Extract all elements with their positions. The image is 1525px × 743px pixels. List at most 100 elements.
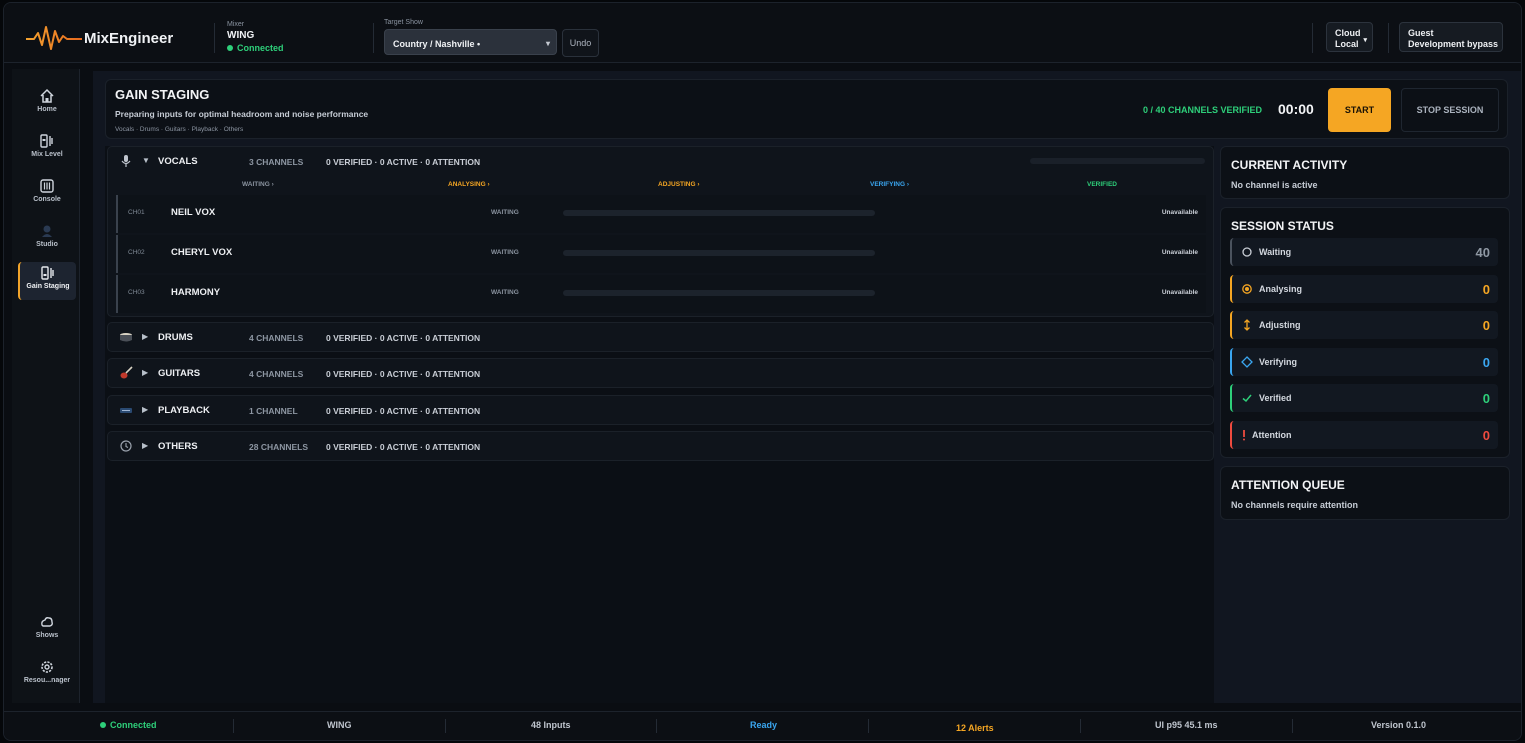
chevron-right-icon: ▶ — [142, 332, 149, 341]
statusbar-state: Ready — [750, 720, 778, 730]
group-header[interactable]: ▶ DRUMS 4 CHANNELS 0 VERIFIED · 0 ACTIVE… — [108, 323, 1213, 353]
nav-item-mix-level[interactable]: Mix Level — [18, 130, 76, 168]
page-subtitle: Preparing inputs for optimal headroom an… — [115, 109, 369, 119]
target-show-label: Target Show — [384, 19, 423, 26]
status-label: Waiting — [1259, 247, 1292, 257]
guitar-icon — [120, 366, 133, 379]
gain-staging-header: GAIN STAGING Preparing inputs for optima… — [105, 79, 1508, 139]
page-title: GAIN STAGING — [115, 87, 210, 102]
group-name: DRUMS — [158, 332, 193, 343]
group-header[interactable]: ▶ OTHERS 28 CHANNELS 0 VERIFIED · 0 ACTI… — [108, 432, 1213, 462]
session-status-card: SESSION STATUS Waiting 40 Analysing 0 Ad… — [1220, 207, 1510, 458]
nav-label: Studio — [36, 241, 58, 248]
group-name: GUITARS — [158, 368, 201, 379]
mixer-label: Mixer — [227, 21, 245, 28]
microphone-icon — [121, 155, 131, 167]
divider — [868, 719, 869, 733]
divider — [445, 719, 446, 733]
user-name: Guest — [1408, 28, 1434, 38]
channel-id: CH01 — [128, 209, 145, 216]
group-stats: 0 VERIFIED · 0 ACTIVE · 0 ATTENTION — [326, 333, 481, 343]
statusbar-version: Version 0.1.0 — [1371, 720, 1427, 730]
channel-state: WAITING — [491, 249, 519, 256]
channel-name: CHERYL VOX — [171, 247, 233, 258]
nav-item-console[interactable]: Console — [18, 175, 76, 213]
target-show-select[interactable]: Country / Nashville • ▾ — [384, 29, 557, 55]
nav-item-gain-staging[interactable]: Gain Staging — [18, 262, 76, 300]
nav-item-shows[interactable]: Shows — [18, 611, 76, 649]
start-button[interactable]: START — [1328, 88, 1391, 132]
stage-analysing: ANALYSING › — [448, 181, 490, 188]
status-dot-icon — [100, 722, 106, 728]
chevron-right-icon: ▶ — [142, 405, 149, 414]
group-progress-bar — [1030, 158, 1205, 164]
stop-session-button[interactable]: STOP SESSION — [1401, 88, 1499, 132]
group-header[interactable]: ▶ GUITARS 4 CHANNELS 0 VERIFIED · 0 ACTI… — [108, 359, 1213, 389]
divider — [233, 719, 234, 733]
channel-row[interactable]: CH02 CHERYL VOX WAITING Unavailable — [116, 235, 1206, 273]
channel-progress-bar — [563, 290, 875, 296]
user-menu-button[interactable]: Guest Development bypass — [1399, 22, 1503, 52]
status-value: 0 — [1482, 391, 1490, 406]
statusbar-inputs: 48 Inputs — [531, 720, 571, 730]
nav-label: Resou...nager — [23, 677, 71, 684]
group-channel-count: 1 CHANNEL — [249, 406, 298, 416]
status-bar: Connected WING 48 Inputs Ready 12 Alerts… — [4, 711, 1521, 740]
group-stats: 0 VERIFIED · 0 ACTIVE · 0 ATTENTION — [326, 442, 481, 452]
side-nav: Home Mix Level Console Studio Gain Stagi… — [12, 69, 80, 703]
nav-item-home[interactable]: Home — [18, 85, 76, 123]
channel-progress-bar — [563, 210, 875, 216]
divider — [214, 23, 215, 53]
mixer-status-text: Connected — [237, 43, 284, 53]
group-header[interactable]: ▶ PLAYBACK 1 CHANNEL 0 VERIFIED · 0 ACTI… — [108, 396, 1213, 426]
group-stats: 0 VERIFIED · 0 ACTIVE · 0 ATTENTION — [326, 406, 481, 416]
group-others: ▶ OTHERS 28 CHANNELS 0 VERIFIED · 0 ACTI… — [107, 431, 1214, 461]
status-row-analysing: Analysing 0 — [1230, 275, 1498, 303]
studio-icon — [42, 225, 52, 237]
status-label: Attention — [1252, 430, 1292, 440]
gear-icon — [41, 661, 53, 673]
channel-row[interactable]: CH01 NEIL VOX WAITING Unavailable — [116, 195, 1206, 233]
nav-item-resource-manager[interactable]: Resou...nager — [18, 656, 76, 694]
verified-count: 0 / 40 CHANNELS VERIFIED — [1143, 105, 1263, 115]
connection-status: Connected — [100, 720, 157, 730]
group-name: OTHERS — [158, 441, 198, 452]
brand-name: MixEngineer — [84, 30, 174, 47]
group-name: PLAYBACK — [158, 405, 210, 416]
channel-name: HARMONY — [171, 287, 221, 298]
chevron-right-icon: ▶ — [142, 441, 149, 450]
channel-name: NEIL VOX — [171, 207, 216, 218]
group-header[interactable]: ▼ VOCALS 3 CHANNELS 0 VERIFIED · 0 ACTIV… — [108, 147, 1213, 177]
undo-button[interactable]: Undo — [562, 29, 599, 57]
nav-item-studio[interactable]: Studio — [18, 220, 76, 258]
group-name: VOCALS — [158, 156, 198, 167]
status-row-attention: Attention 0 — [1230, 421, 1498, 449]
cloud-local-toggle[interactable]: Cloud Local ▾ — [1326, 22, 1373, 52]
nav-label: Gain Staging — [26, 283, 70, 290]
channel-state: WAITING — [491, 209, 519, 216]
current-activity-card: CURRENT ACTIVITY No channel is active — [1220, 146, 1510, 199]
mix-level-icon — [40, 134, 53, 148]
divider — [1292, 719, 1293, 733]
statusbar-alerts[interactable]: 12 Alerts — [956, 723, 994, 733]
status-label: Verifying — [1259, 357, 1298, 367]
attention-queue-text: No channels require attention — [1231, 500, 1359, 510]
group-playback: ▶ PLAYBACK 1 CHANNEL 0 VERIFIED · 0 ACTI… — [107, 395, 1214, 425]
status-row-verified: Verified 0 — [1230, 384, 1498, 412]
channel-state: WAITING — [491, 289, 519, 296]
nav-label: Mix Level — [31, 151, 63, 158]
channel-id: CH03 — [128, 289, 145, 296]
top-bar: MixEngineer Mixer WING Connected Target … — [4, 3, 1521, 63]
status-label: Adjusting — [1259, 320, 1301, 330]
mixer-info: Mixer WING Connected — [227, 21, 284, 53]
divider — [656, 719, 657, 733]
diamond-icon — [1241, 356, 1253, 368]
status-dot-icon — [227, 45, 233, 51]
nav-label: Shows — [35, 632, 59, 639]
status-value: 0 — [1482, 318, 1490, 333]
nav-label: Console — [33, 196, 61, 203]
console-icon — [40, 179, 54, 193]
gain-staging-icon — [41, 266, 54, 280]
channel-availability: Unavailable — [1161, 289, 1198, 296]
channel-row[interactable]: CH03 HARMONY WAITING Unavailable — [116, 275, 1206, 313]
